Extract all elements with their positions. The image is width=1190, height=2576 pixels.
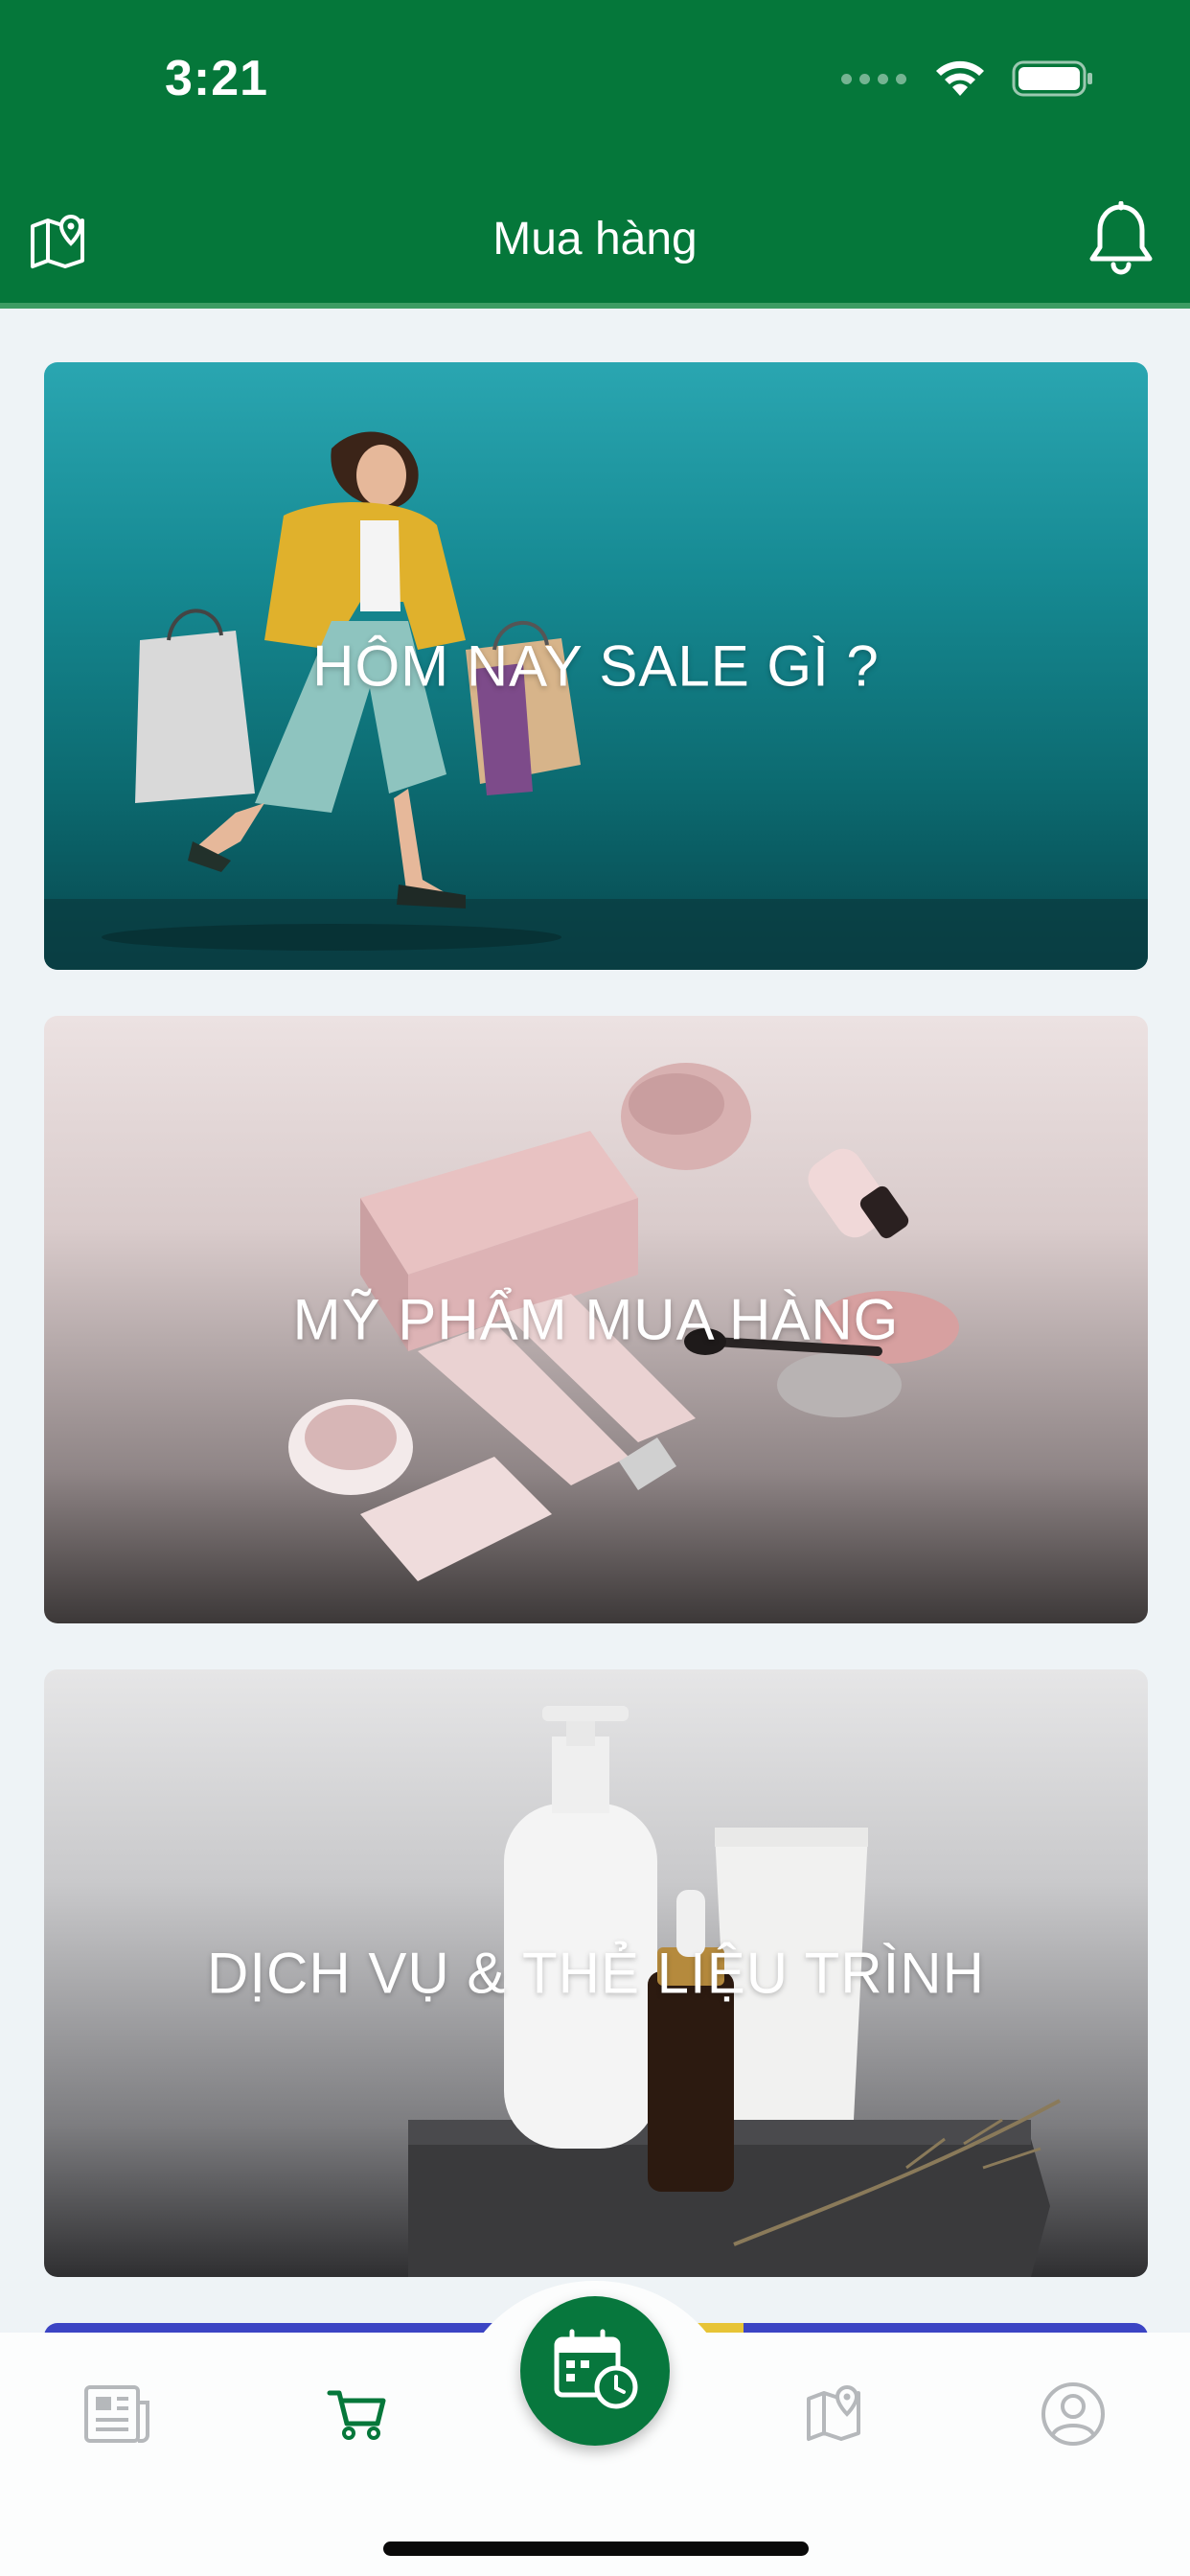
cellular-signal-icon <box>841 73 906 84</box>
booking-button[interactable] <box>520 2296 670 2446</box>
tab-shopping[interactable] <box>309 2371 404 2457</box>
sale-today-label: HÔM NAY SALE GÌ ? <box>312 633 880 699</box>
shopping-cart-icon <box>327 2390 386 2440</box>
status-time: 3:21 <box>165 51 269 106</box>
user-circle-icon <box>1041 2382 1105 2446</box>
page-title: Mua hàng <box>492 214 698 264</box>
bell-icon <box>1089 200 1153 275</box>
tab-map[interactable] <box>788 2371 883 2457</box>
cosmetics-card[interactable]: MỸ PHẨM MUA HÀNG <box>44 1016 1148 1623</box>
calendar-clock-icon <box>554 2329 638 2409</box>
notifications-button[interactable] <box>1085 200 1157 278</box>
tab-news[interactable] <box>69 2371 165 2457</box>
battery-icon <box>1012 60 1092 97</box>
services-label: DỊCH VỤ & THẺ LIỆU TRÌNH <box>207 1941 985 2006</box>
home-indicator <box>383 2542 809 2556</box>
newspaper-icon <box>84 2385 149 2443</box>
tab-account[interactable] <box>1025 2371 1121 2457</box>
top-bar: 3:21 Mua hàng <box>0 0 1190 309</box>
sale-today-card[interactable]: HÔM NAY SALE GÌ ? <box>44 362 1148 970</box>
cosmetics-label: MỸ PHẨM MUA HÀNG <box>292 1287 900 1352</box>
status-icons <box>841 59 1094 98</box>
wifi-icon <box>936 60 984 96</box>
services-card[interactable]: DỊCH VỤ & THẺ LIỆU TRÌNH <box>44 1669 1148 2277</box>
map-pin-icon <box>807 2384 860 2441</box>
